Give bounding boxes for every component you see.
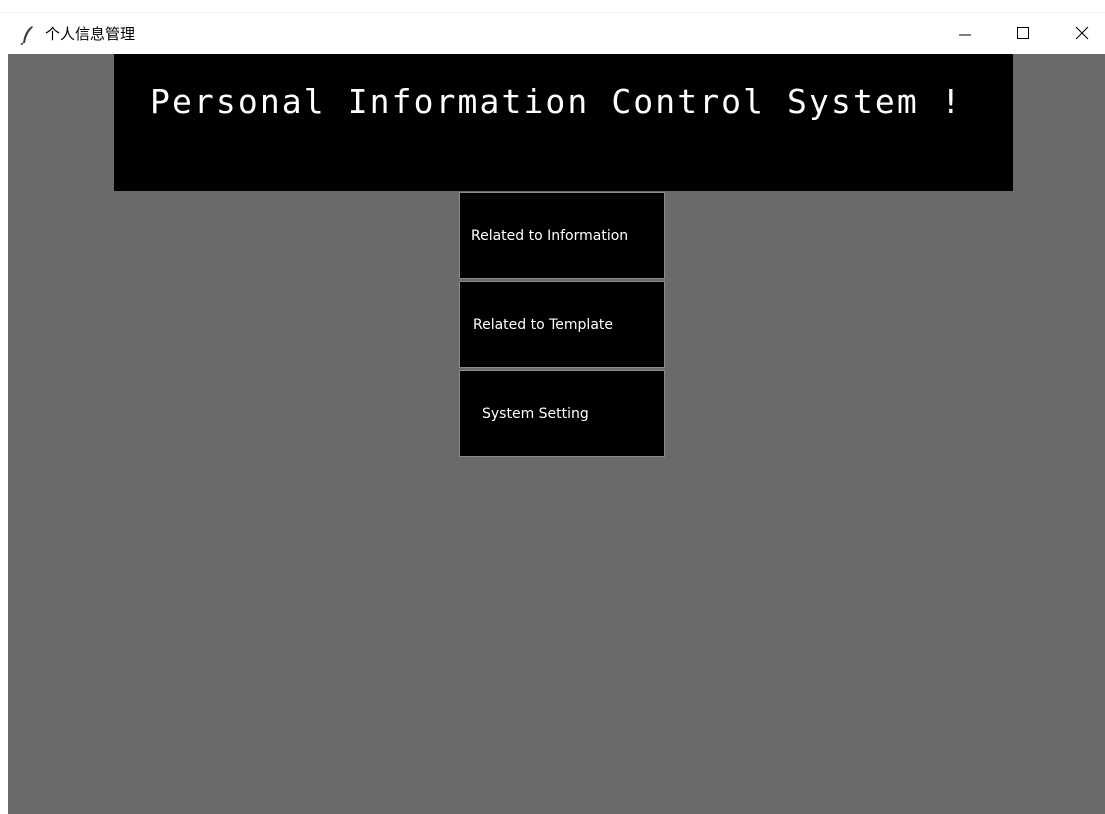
minimize-icon: [959, 34, 971, 36]
maximize-button[interactable]: [1000, 13, 1046, 55]
title-bar[interactable]: 个人信息管理: [0, 12, 1105, 55]
header-banner: Personal Information Control System !: [114, 54, 1013, 191]
banner-title: Personal Information Control System !: [150, 82, 963, 121]
maximize-icon: [1017, 27, 1029, 39]
button-label: Related to Information: [471, 228, 629, 244]
feather-icon: [20, 25, 36, 46]
minimize-button[interactable]: [942, 13, 988, 55]
button-label: Related to Template: [473, 317, 614, 333]
main-content: Personal Information Control System ! Re…: [8, 54, 1105, 814]
related-to-information-button[interactable]: Related to Information: [459, 192, 665, 279]
close-icon: [1075, 26, 1089, 40]
button-label: System Setting: [482, 406, 589, 422]
related-to-template-button[interactable]: Related to Template: [459, 281, 665, 368]
window-title: 个人信息管理: [45, 25, 136, 43]
system-setting-button[interactable]: System Setting: [459, 370, 665, 457]
close-button[interactable]: [1059, 13, 1105, 55]
app-window: 个人信息管理 Personal Information Control Syst…: [0, 0, 1105, 814]
